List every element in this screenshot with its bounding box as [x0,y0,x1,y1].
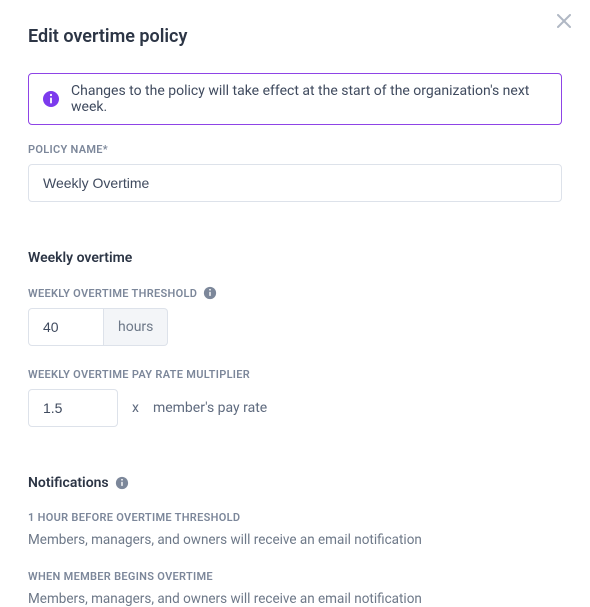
weekly-threshold-label: WEEKLY OVERTIME THRESHOLD [28,286,562,300]
policy-change-alert: Changes to the policy will take effect a… [28,73,562,125]
notification-heading: WHEN MEMBER BEGINS OVERTIME [28,570,562,583]
notification-item: WHEN MEMBER BEGINS OVERTIME Members, man… [28,570,562,607]
weekly-threshold-label-text: WEEKLY OVERTIME THRESHOLD [28,287,197,300]
weekly-multiplier-label: WEEKLY OVERTIME PAY RATE MULTIPLIER [28,368,562,381]
multiplier-prefix: x [132,400,139,416]
notification-description: Members, managers, and owners will recei… [28,532,562,548]
alert-text: Changes to the policy will take effect a… [71,83,547,115]
notification-description: Members, managers, and owners will recei… [28,591,562,607]
weekly-threshold-input[interactable] [28,308,104,346]
notifications-heading-text: Notifications [28,475,109,491]
info-icon[interactable] [115,476,129,490]
info-icon[interactable] [203,286,217,300]
info-circle-icon [43,91,59,107]
weekly-multiplier-input[interactable] [28,389,118,427]
policy-name-input[interactable] [28,164,562,202]
notification-heading: 1 HOUR BEFORE OVERTIME THRESHOLD [28,511,562,524]
notification-item: 1 HOUR BEFORE OVERTIME THRESHOLD Members… [28,511,562,548]
multiplier-suffix: member's pay rate [153,400,267,416]
weekly-overtime-heading: Weekly overtime [28,250,562,266]
weekly-threshold-unit: hours [104,308,168,346]
close-button[interactable] [552,10,576,34]
close-icon [557,13,571,32]
dialog-title: Edit overtime policy [28,26,562,47]
notifications-heading: Notifications [28,475,562,491]
policy-name-label: POLICY NAME* [28,143,562,156]
